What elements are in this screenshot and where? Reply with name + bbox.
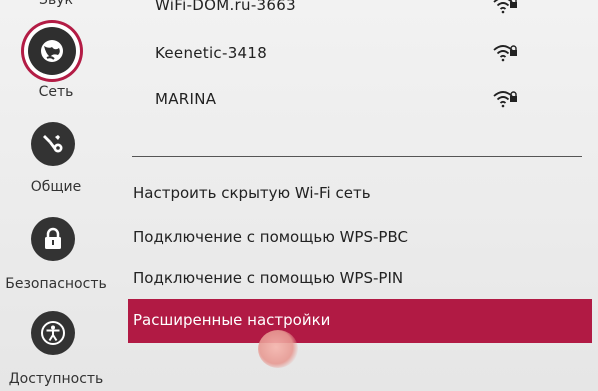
option-label: Расширенные настройки: [133, 311, 331, 329]
accessibility-icon: [31, 311, 75, 355]
network-name: Keenetic-3418: [155, 44, 268, 62]
sidebar-item-label: Безопасность: [5, 276, 107, 292]
option-label: Настроить скрытую Wi-Fi сеть: [133, 184, 371, 202]
sidebar-item-label: Сеть: [38, 84, 74, 100]
network-globe-icon: [28, 27, 76, 75]
sidebar-item-label: Звук: [39, 0, 73, 8]
wifi-network-item[interactable]: Keenetic-3418: [155, 38, 527, 68]
network-name: WiFi-DOM.ru-3663: [155, 0, 296, 14]
general-settings-icon: [31, 122, 75, 166]
sidebar-item-sound[interactable]: Звук: [0, 0, 112, 10]
wps-pbc-option[interactable]: Подключение с помощью WPS-PBC: [128, 216, 592, 260]
option-label: Подключение с помощью WPS-PBC: [133, 228, 408, 246]
sidebar-item-security[interactable]: Безопасность: [0, 215, 112, 295]
wifi-locked-icon: [492, 88, 518, 112]
network-name: MARINA: [155, 90, 217, 108]
divider: [132, 156, 582, 157]
option-label: Подключение с помощью WPS-PIN: [133, 269, 404, 287]
sidebar-item-network[interactable]: Сеть: [0, 24, 112, 104]
sidebar-item-label: Общие: [30, 179, 82, 195]
sidebar-item-label: Доступность: [8, 371, 104, 387]
wps-pin-option[interactable]: Подключение с помощью WPS-PIN: [128, 257, 592, 301]
wifi-locked-icon: [492, 42, 518, 66]
settings-sidebar: Звук Сеть Общие Безопасность Доступность: [0, 0, 112, 391]
sidebar-item-accessibility[interactable]: Доступность: [0, 308, 112, 388]
hidden-wifi-option[interactable]: Настроить скрытую Wi-Fi сеть: [128, 172, 592, 216]
pointer-finger: [258, 330, 298, 368]
advanced-settings-option[interactable]: Расширенные настройки: [128, 299, 592, 343]
sidebar-item-general[interactable]: Общие: [0, 120, 112, 200]
wifi-locked-icon: [492, 0, 518, 18]
wifi-network-item[interactable]: WiFi-DOM.ru-3663: [155, 0, 527, 20]
wifi-network-item[interactable]: MARINA: [155, 84, 527, 114]
tv-settings-screen: Звук Сеть Общие Безопасность Доступность…: [0, 0, 598, 391]
lock-icon: [31, 217, 75, 261]
